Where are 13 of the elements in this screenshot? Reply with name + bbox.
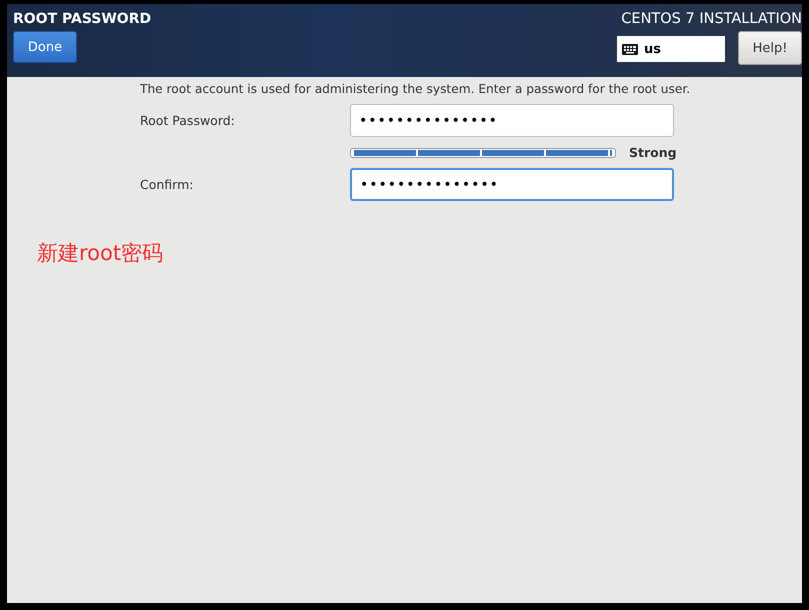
done-button[interactable]: Done <box>13 31 77 63</box>
intro-text: The root account is used for administering the system. Enter a password for the root user. <box>140 82 692 96</box>
keyboard-layout-field[interactable]: us <box>617 36 725 62</box>
field-label: Confirm: <box>140 177 194 192</box>
annotation-text: 新建root密码 <box>37 240 164 267</box>
keyboard-icon <box>622 44 638 54</box>
password-field[interactable]: ••••••••••••••• <box>350 168 674 201</box>
field-label: Root Password: <box>140 113 236 128</box>
page-title: ROOT PASSWORD <box>13 11 152 27</box>
help-button[interactable]: Help! <box>738 31 802 65</box>
product-title: CENTOS 7 INSTALLATION <box>621 11 802 27</box>
strength-label: Strong <box>629 145 677 160</box>
password-field[interactable]: ••••••••••••••• <box>350 104 674 137</box>
